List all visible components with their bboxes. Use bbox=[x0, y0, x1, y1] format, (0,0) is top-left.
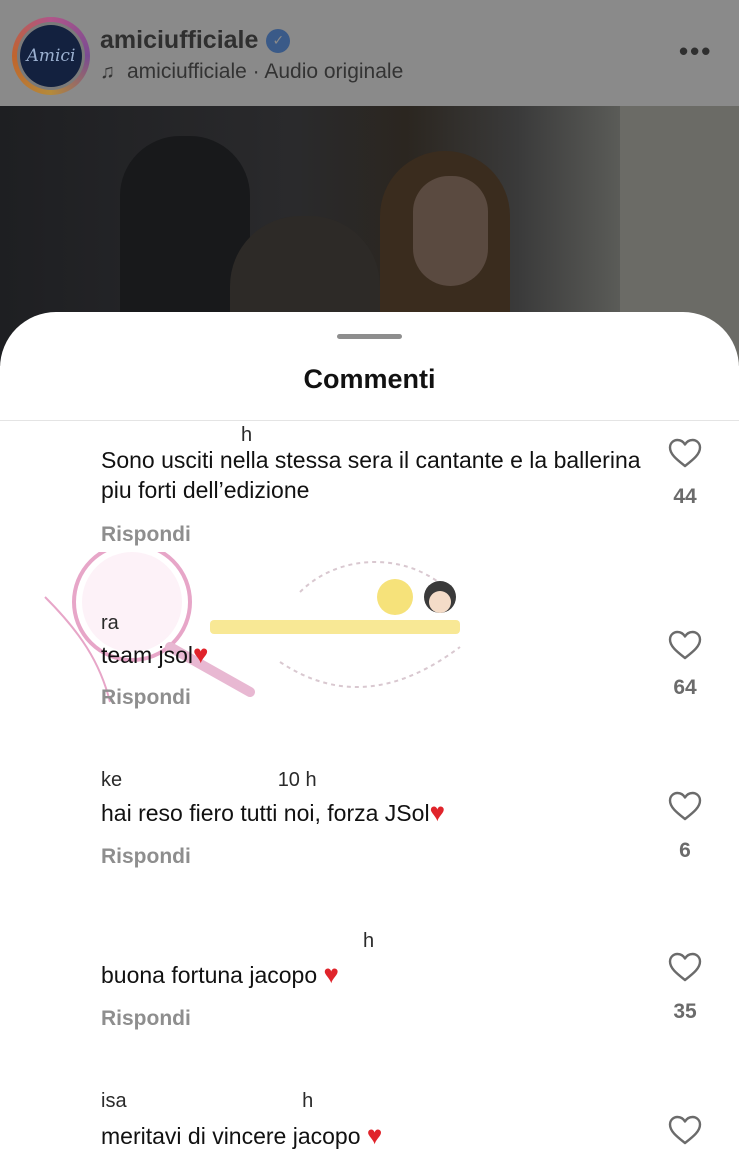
heart-outline-icon[interactable] bbox=[668, 791, 702, 821]
comment-text: team jsol♥ bbox=[101, 639, 209, 669]
comment-text: buona fortuna jacopo ♥ bbox=[101, 959, 339, 989]
red-heart-emoji: ♥ bbox=[366, 1120, 383, 1150]
red-heart-emoji: ♥ bbox=[323, 959, 339, 989]
comment-text: Sono usciti nella stessa sera il cantant… bbox=[101, 447, 641, 503]
amici-logo: Amici bbox=[20, 25, 82, 87]
like-count: 64 bbox=[673, 676, 697, 699]
like-count: 44 bbox=[673, 485, 697, 508]
reply-button[interactable]: Rispondi bbox=[101, 1007, 191, 1031]
sheet-drag-handle[interactable] bbox=[337, 334, 402, 339]
comment-meta: isa h bbox=[101, 1090, 314, 1110]
reply-button[interactable]: Rispondi bbox=[101, 845, 191, 869]
comment-text: meritavi di vincere jacopo ♥ bbox=[101, 1120, 383, 1150]
verified-badge-icon: ✓ bbox=[266, 28, 291, 53]
story-avatar[interactable]: Amici bbox=[12, 17, 90, 95]
red-heart-emoji: ♥ bbox=[193, 639, 209, 669]
avatar[interactable] bbox=[20, 624, 80, 684]
post-header: Amici amiciufficiale ✓ ♫ amiciufficiale … bbox=[0, 0, 739, 106]
comment-meta: h bbox=[241, 424, 253, 444]
heart-outline-icon[interactable] bbox=[668, 952, 702, 982]
like-count: 6 bbox=[679, 839, 691, 862]
comment-meta: ra bbox=[101, 612, 119, 632]
post-username[interactable]: amiciufficiale ✓ bbox=[100, 26, 291, 55]
avatar[interactable] bbox=[20, 779, 80, 839]
divider bbox=[0, 420, 739, 421]
red-heart-emoji: ♥ bbox=[429, 797, 445, 827]
avatar[interactable] bbox=[20, 939, 80, 999]
heart-outline-icon[interactable] bbox=[668, 630, 702, 660]
comment-meta: h bbox=[363, 930, 375, 950]
sheet-title: Commenti bbox=[303, 364, 436, 394]
reply-button[interactable]: Rispondi bbox=[101, 686, 191, 710]
comment-text: hai reso fiero tutti noi, forza JSol♥ bbox=[101, 797, 445, 827]
like-count: 35 bbox=[673, 1000, 697, 1023]
more-options-icon[interactable]: ••• bbox=[679, 36, 712, 67]
comments-sheet: Commenti h Sono usciti nella stessa sera… bbox=[0, 312, 739, 1155]
reply-button[interactable]: Rispondi bbox=[101, 523, 191, 547]
avatar[interactable] bbox=[20, 1103, 80, 1155]
comment-meta: ke 10 h bbox=[101, 769, 317, 789]
heart-outline-icon[interactable] bbox=[668, 438, 702, 468]
audio-link[interactable]: ♫ amiciufficiale · Audio originale bbox=[100, 60, 403, 84]
heart-outline-icon[interactable] bbox=[668, 1115, 702, 1145]
avatar[interactable] bbox=[20, 436, 80, 496]
music-note-icon: ♫ bbox=[100, 60, 115, 83]
